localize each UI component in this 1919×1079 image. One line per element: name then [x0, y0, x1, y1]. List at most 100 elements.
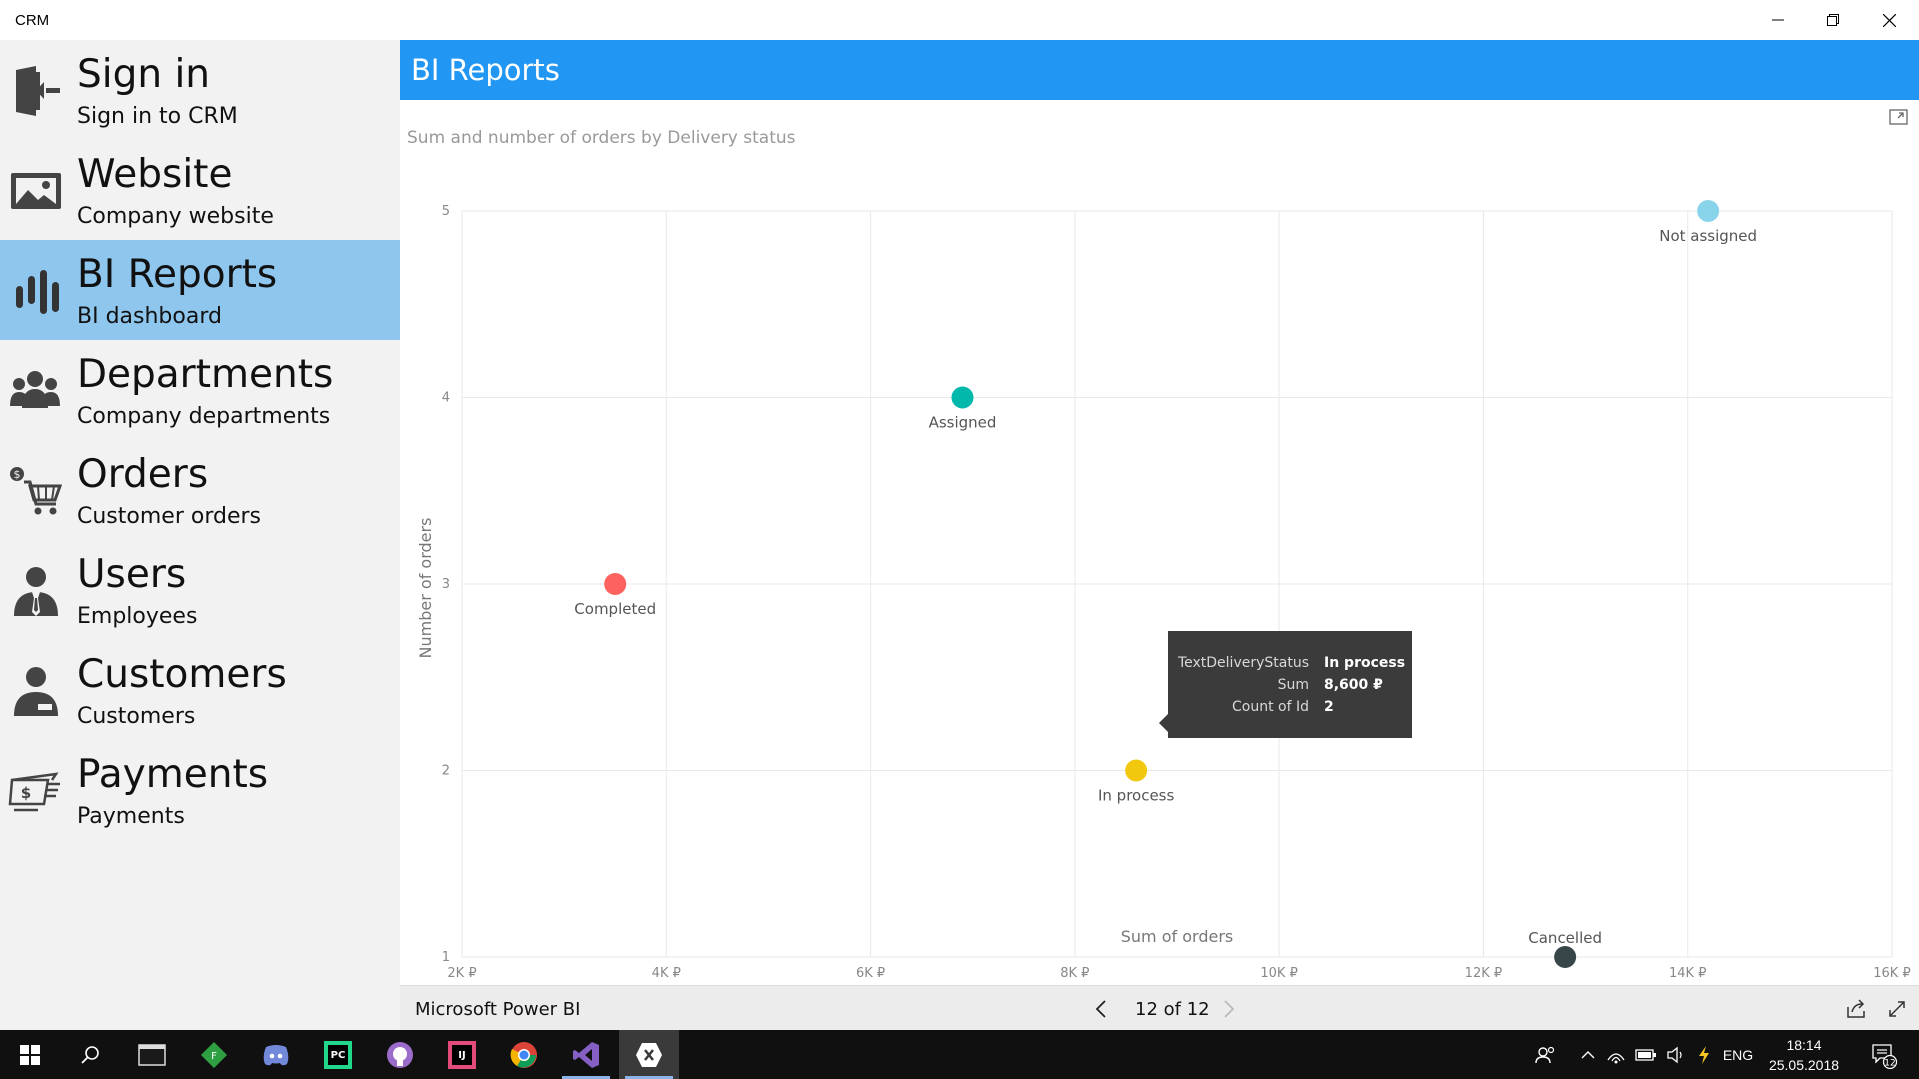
clock-time: 18:14 — [1786, 1037, 1822, 1053]
fullscreen-button[interactable] — [1884, 996, 1910, 1022]
tooltip-row: TextDeliveryStatus In process — [1168, 655, 1412, 677]
green-diamond-icon: F — [201, 1041, 227, 1068]
speaker-icon — [1667, 1046, 1682, 1063]
sidebar-item-payments[interactable]: $ Payments Payments — [0, 740, 400, 840]
page-title: BI Reports — [411, 53, 560, 87]
sidebar-item-subtitle: Customers — [77, 704, 196, 729]
terminal-icon — [138, 1043, 166, 1066]
tray-app-button[interactable] — [1694, 1030, 1714, 1079]
taskbar-terminal[interactable] — [122, 1030, 182, 1079]
x-tick-label: 14K ₽ — [1669, 966, 1706, 981]
sidebar-item-users[interactable]: Users Employees — [0, 540, 400, 640]
restore-icon — [1827, 14, 1839, 26]
scatter-point[interactable] — [951, 386, 974, 409]
taskbar-crm-app[interactable] — [619, 1030, 679, 1079]
close-window-button[interactable] — [1859, 0, 1919, 40]
taskbar-visual-studio[interactable] — [556, 1030, 616, 1079]
scatter-point[interactable] — [1697, 200, 1720, 222]
bar-chart-icon — [16, 270, 59, 314]
tooltip-row: Count of Id 2 — [1168, 699, 1412, 721]
previous-page-button[interactable] — [1088, 996, 1114, 1022]
y-tick-label: 5 — [442, 204, 450, 219]
notification-count: 12 — [1884, 1058, 1895, 1068]
taskbar-github[interactable] — [370, 1030, 430, 1079]
chevron-up-icon — [1581, 1050, 1595, 1058]
restore-button[interactable] — [1803, 0, 1863, 40]
minimize-icon — [1772, 19, 1784, 21]
x-tick-label: 6K ₽ — [856, 966, 885, 981]
people-icon — [1535, 1046, 1555, 1063]
taskbar-intellij[interactable]: IJ — [432, 1030, 492, 1079]
group-icon — [10, 371, 60, 408]
taskbar-discord[interactable] — [246, 1030, 306, 1079]
chevron-left-icon — [1095, 1000, 1106, 1018]
start-button[interactable] — [0, 1030, 60, 1079]
taskbar-app-green[interactable]: F — [184, 1030, 244, 1079]
taskbar-pycharm[interactable]: PC — [308, 1030, 368, 1079]
point-label: Assigned — [929, 414, 997, 432]
scatter-point[interactable] — [1125, 759, 1148, 782]
sidebar-item-orders[interactable]: $ Orders Customer orders — [0, 440, 400, 540]
title-bar: CRM — [0, 0, 1919, 40]
expand-icon — [1889, 1001, 1905, 1017]
y-tick-label: 1 — [442, 950, 450, 965]
powerbi-footer: Microsoft Power BI 12 of 12 — [400, 985, 1919, 1030]
minimize-button[interactable] — [1748, 0, 1808, 40]
taskbar-clock[interactable]: 18:14 25.05.2018 — [1759, 1035, 1849, 1075]
svg-text:$: $ — [14, 468, 21, 481]
y-axis-ticks: 1 2 3 4 5 — [442, 204, 450, 965]
powerbi-brand: Microsoft Power BI — [415, 999, 581, 1020]
tooltip-arrow — [1159, 714, 1168, 732]
windows-taskbar: F PC IJ ENG 18:14 25.05.2018 12 — [0, 1030, 1919, 1079]
svg-text:$: $ — [21, 784, 31, 802]
battery-button[interactable] — [1634, 1030, 1658, 1079]
input-language[interactable]: ENG — [1720, 1030, 1756, 1079]
windows-logo-icon — [20, 1044, 40, 1065]
sidebar-item-title: Customers — [77, 652, 287, 697]
crm-app-window: CRM Sign in Sign in to CRM Website Compa… — [0, 0, 1919, 1079]
next-page-button[interactable] — [1216, 996, 1242, 1022]
wifi-icon — [1607, 1052, 1625, 1063]
share-button[interactable] — [1844, 996, 1870, 1022]
point-label: Cancelled — [1528, 929, 1602, 947]
discord-icon — [263, 1044, 289, 1065]
scatter-point[interactable] — [1554, 946, 1577, 968]
lightning-icon — [1699, 1045, 1709, 1064]
sidebar-item-title: Orders — [77, 452, 209, 497]
sidebar-item-departments[interactable]: Departments Company departments — [0, 340, 400, 440]
action-center-button[interactable]: 12 — [1862, 1030, 1906, 1079]
scatter-point[interactable] — [604, 573, 627, 595]
main-content: BI Reports Sum and number of orders by D… — [400, 40, 1919, 1030]
point-label: Not assigned — [1659, 227, 1757, 245]
volume-button[interactable] — [1664, 1030, 1688, 1079]
x-axis-ticks: 2K ₽ 4K ₽ 6K ₽ 8K ₽ 10K ₽ 12K ₽ 14K ₽ 16K ₽ — [447, 966, 1910, 981]
chart-tooltip: TextDeliveryStatus In process Sum 8,600 … — [1159, 631, 1412, 738]
x-axis-label: Sum of orders — [1121, 927, 1233, 946]
sidebar-item-bi-reports[interactable]: BI Reports BI dashboard — [0, 240, 400, 340]
battery-icon — [1635, 1048, 1656, 1061]
sign-in-icon — [16, 66, 60, 116]
search-button[interactable] — [60, 1030, 120, 1079]
sidebar-item-subtitle: Customer orders — [77, 504, 261, 529]
page-header: BI Reports — [400, 40, 1919, 100]
sidebar-item-sign-in[interactable]: Sign in Sign in to CRM — [0, 40, 400, 140]
sidebar-item-subtitle: BI dashboard — [77, 304, 222, 329]
y-tick-label: 2 — [442, 764, 450, 779]
taskbar-chrome[interactable] — [494, 1030, 554, 1079]
github-icon — [387, 1041, 413, 1068]
tooltip-value: In process — [1324, 655, 1406, 671]
x-tick-label: 4K ₽ — [652, 966, 681, 981]
show-hidden-icons-button[interactable] — [1578, 1030, 1598, 1079]
network-button[interactable] — [1604, 1030, 1628, 1079]
sidebar-item-subtitle: Company departments — [77, 404, 331, 429]
people-button[interactable] — [1530, 1030, 1560, 1079]
sidebar-item-website[interactable]: Website Company website — [0, 140, 400, 240]
y-axis-label: Number of orders — [416, 518, 435, 659]
sidebar-item-customers[interactable]: Customers Customers — [0, 640, 400, 740]
xamarin-icon — [636, 1042, 662, 1067]
tooltip-value: 2 — [1324, 699, 1334, 715]
shopping-cart-icon: $ — [10, 467, 62, 515]
clock-date: 25.05.2018 — [1768, 1057, 1840, 1073]
intellij-icon: IJ — [448, 1040, 476, 1069]
share-icon — [1847, 999, 1865, 1018]
